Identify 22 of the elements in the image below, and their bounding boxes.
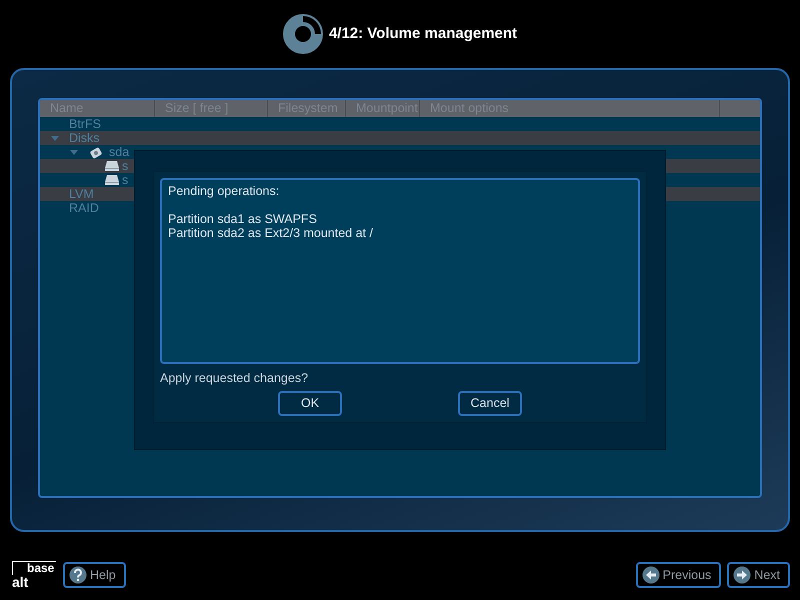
drive-icon [104,160,120,172]
tree-item[interactable]: LVM [69,187,94,201]
drive-icon [104,174,120,186]
dialog-button[interactable]: Cancel [458,391,522,416]
tree-item[interactable]: s [122,173,128,187]
tree-item[interactable]: s [122,159,128,173]
dialog-button[interactable]: OK [278,391,342,416]
help-icon [69,566,87,584]
logo-drawing: base alt [12,561,58,589]
help-button[interactable]: Help [63,562,126,588]
log-title: Pending operations: [168,184,280,198]
page-title: 4/12: Volume management [328,24,518,44]
logo-icon [282,14,323,54]
next-button[interactable]: Next [727,562,790,588]
log-line: Partition sda1 as SWAPFS [168,212,318,226]
log-line: Partition sda2 as Ext2/3 mounted at / [168,226,374,240]
tree-item[interactable]: RAID [69,201,99,215]
confirm-question: Apply requested changes? [160,370,310,388]
previous-button[interactable]: Previous [636,562,722,588]
tree-item[interactable]: Disks [69,131,100,145]
tree-item[interactable]: BtrFS [69,117,101,131]
tree-item[interactable]: sda [109,145,130,159]
